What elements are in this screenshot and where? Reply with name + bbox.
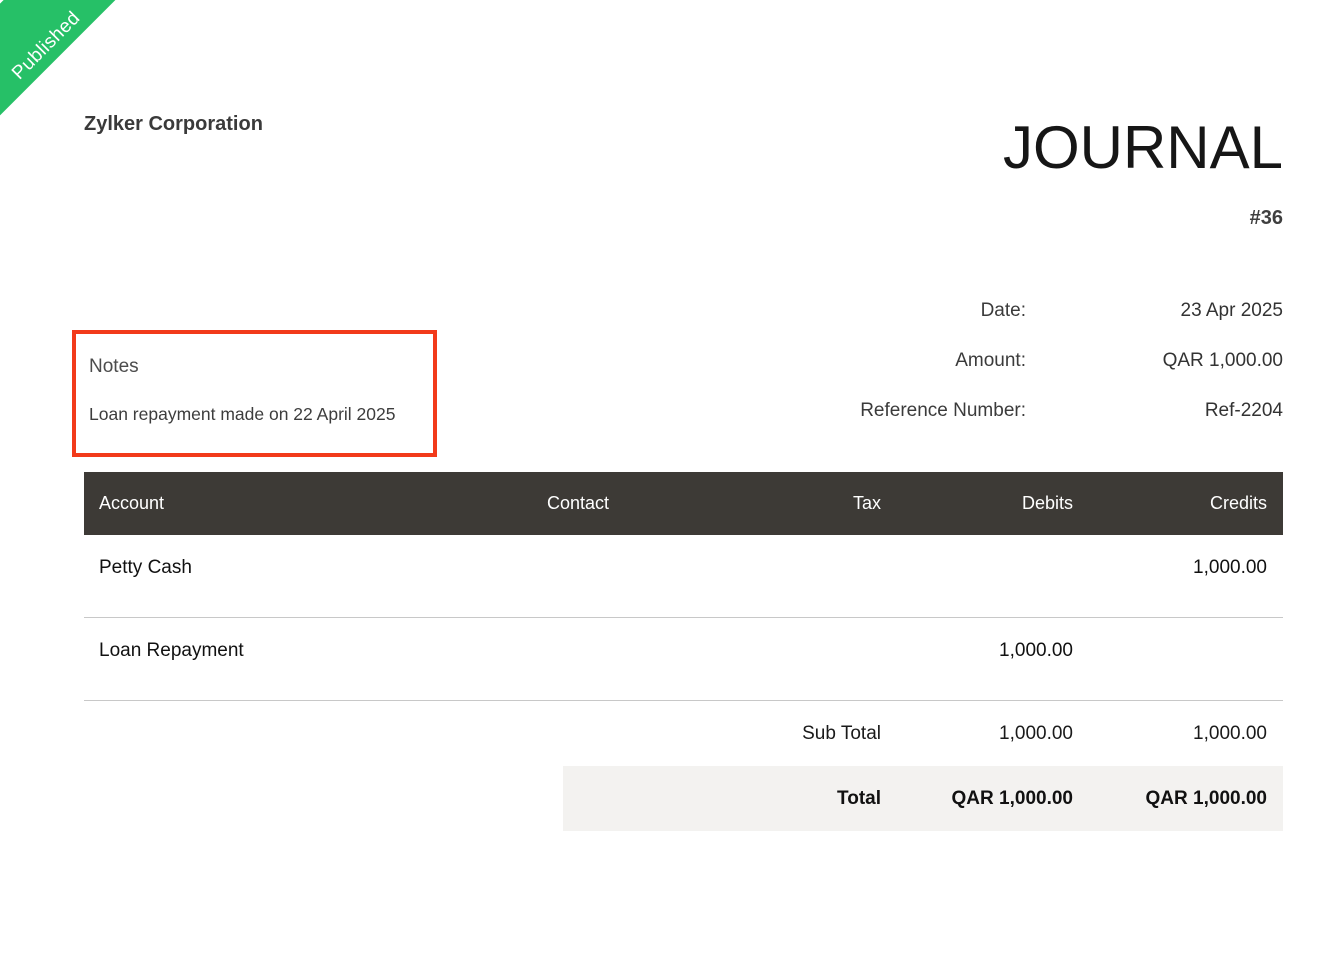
document-number: #36: [1250, 207, 1283, 230]
total-spacer: [84, 766, 563, 831]
notes-highlight-box: Notes Loan repayment made on 22 April 20…: [72, 330, 437, 457]
document-meta: Date: 23 Apr 2025 Amount: QAR 1,000.00 R…: [760, 301, 1283, 451]
table-row: Loan Repayment 1,000.00: [84, 618, 1283, 701]
notes-label: Notes: [89, 356, 423, 378]
journal-document: Published Zylker Corporation JOURNAL #36…: [0, 0, 1341, 961]
subtotal-debits: 1,000.00: [897, 723, 1089, 745]
row-debits: 1,000.00: [897, 640, 1089, 662]
company-name: Zylker Corporation: [84, 113, 263, 136]
meta-row-amount: Amount: QAR 1,000.00: [760, 351, 1283, 371]
subtotal-spacer: [84, 701, 563, 766]
document-title: JOURNAL: [1003, 118, 1283, 178]
reference-number-value: Ref-2204: [1026, 401, 1283, 421]
total-row: Total QAR 1,000.00 QAR 1,000.00: [84, 766, 1283, 831]
total-label: Total: [563, 788, 897, 810]
amount-value: QAR 1,000.00: [1026, 351, 1283, 371]
total-credits: QAR 1,000.00: [1089, 788, 1283, 810]
date-label: Date:: [760, 301, 1026, 321]
subtotal-row: Sub Total 1,000.00 1,000.00: [84, 701, 1283, 766]
published-ribbon-label: Published: [8, 8, 85, 85]
header-credits: Credits: [1089, 493, 1283, 514]
row-account: Petty Cash: [84, 557, 531, 579]
row-credits: 1,000.00: [1089, 557, 1283, 579]
amount-label: Amount:: [760, 351, 1026, 371]
header-contact: Contact: [531, 493, 699, 514]
table-header-row: Account Contact Tax Debits Credits: [84, 472, 1283, 535]
header-account: Account: [84, 493, 531, 514]
row-account: Loan Repayment: [84, 640, 531, 662]
table-row: Petty Cash 1,000.00: [84, 535, 1283, 618]
notes-text: Loan repayment made on 22 April 2025: [89, 404, 423, 425]
published-ribbon: Published: [0, 0, 178, 178]
journal-table: Account Contact Tax Debits Credits Petty…: [84, 472, 1283, 831]
total-debits: QAR 1,000.00: [897, 788, 1089, 810]
subtotal-credits: 1,000.00: [1089, 723, 1283, 745]
date-value: 23 Apr 2025: [1026, 301, 1283, 321]
header-tax: Tax: [699, 493, 897, 514]
header-debits: Debits: [897, 493, 1089, 514]
meta-row-date: Date: 23 Apr 2025: [760, 301, 1283, 321]
reference-number-label: Reference Number:: [760, 401, 1026, 421]
meta-row-reference-number: Reference Number: Ref-2204: [760, 401, 1283, 421]
subtotal-label: Sub Total: [563, 723, 897, 745]
